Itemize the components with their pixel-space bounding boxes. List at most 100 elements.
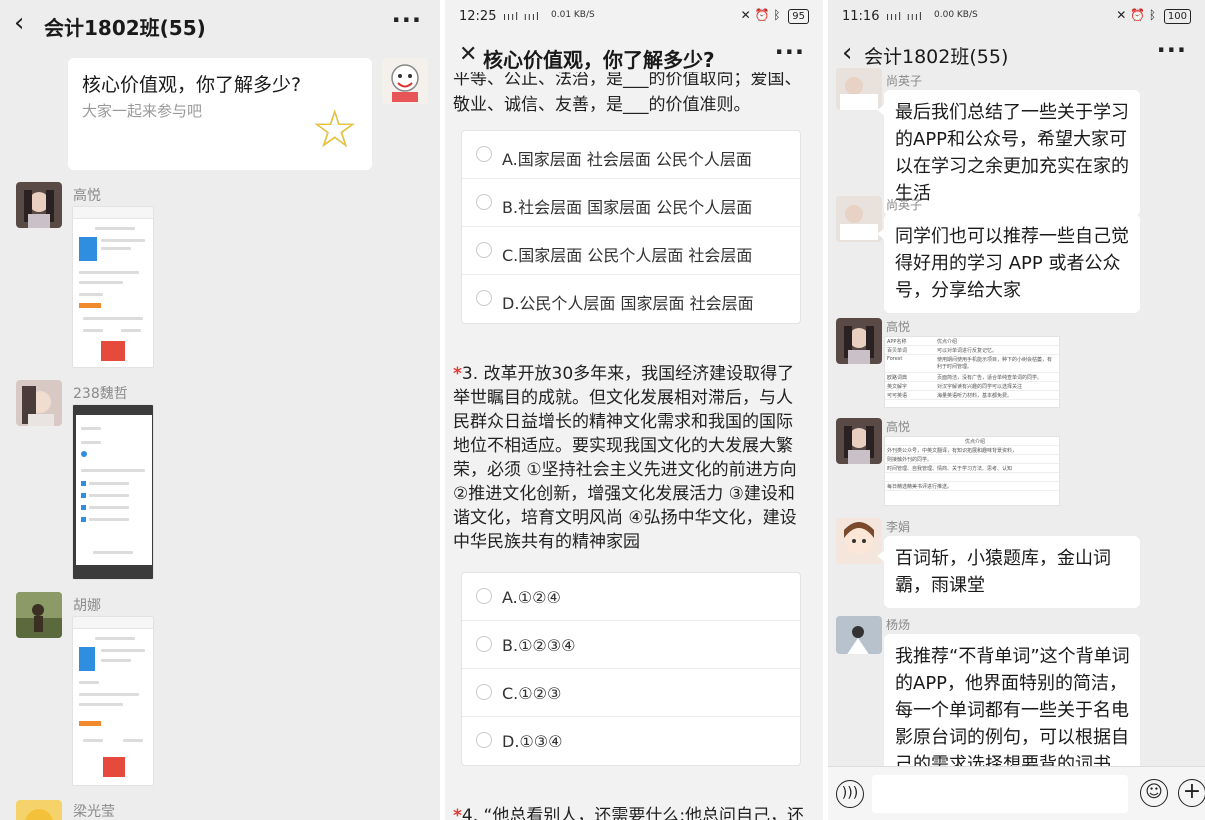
option-label: B.①②③④ [502,636,576,655]
status-icons: ✕ ⏰ ᛒ 100 [1116,8,1191,24]
option-label: D.①③④ [502,732,563,751]
avatar[interactable] [836,418,882,464]
avatar-photo [16,592,62,638]
avatar[interactable] [836,196,882,242]
option-d[interactable]: D.公民个人层面 国家层面 社会层面 [462,275,800,323]
message-bubble[interactable]: 百词斩，小猿题库，金山词霸，雨课堂 [877,536,1140,608]
status-bar: 12:25 ıııl ıııl 0.01 KB/S ✕ ⏰ ᛒ 95 [445,0,823,34]
option-label: A.国家层面 社会层面 公民个人层面 [502,150,752,169]
avatar[interactable] [836,616,882,654]
question-2-text: 平等、公正、法治，是___的价值取向；爱国、敬业、诚信、友善，是___的价值准则… [453,72,803,120]
question-4-content: 4. “他总看别人，还需要什么;他总问自己，还 [461,806,803,820]
message-bubble[interactable]: 我推荐“不背单词”这个背单词的APP，他界面特别的简洁，每一个单词都有一些关于名… [884,634,1140,766]
cartoon-avatar-icon [844,522,874,554]
silent-icon: ✕ [740,8,751,22]
avatar[interactable] [382,58,428,104]
screenshot-collage: ‹ 会计1802班(55) ··· 核心价值观，你了解多少? 大家一起来参与吧 … [0,0,1205,820]
question-3-content: 3. 改革开放30多年来，我国经济建设取得了举世瞩目的成就。但文化发展相对滞后，… [453,364,797,552]
network-speed: 0.00 KB/S [934,10,978,20]
table-cell: 百贝单词 [887,348,908,354]
star-icon: ☆ [311,100,358,160]
screenshot-thumbnail[interactable] [72,206,154,368]
radio-button[interactable] [476,290,492,306]
network-speed: 0.01 KB/S [551,10,595,20]
avatar[interactable] [16,182,62,228]
question-4-text: *4. “他总看别人，还需要什么;他总问自己，还 [453,804,803,820]
radio-button[interactable] [476,636,492,652]
avatar[interactable] [16,800,62,820]
wechat-account-table-image[interactable]: 优点介绍 外刊类公众号，中英文翻译，有知识拓展和趣味背景资料， 则接触外刊的同学… [884,436,1060,506]
avatar-photo [844,326,874,364]
message-input[interactable] [872,775,1128,813]
table-cell: 可以对单词进行反复记忆。 [937,348,998,354]
bluetooth-icon: ᛒ [1148,8,1157,22]
avatar-photo [24,190,54,228]
close-icon[interactable]: ✕ [459,44,477,66]
link-card-subtitle: 大家一起来参与吧 [82,102,203,120]
table-cell: 优点介绍 [965,439,986,445]
chat-input-bar: ))) ☺ + [828,766,1205,820]
chevron-left-icon[interactable]: ‹ [842,40,852,66]
option-label: C.①②③ [502,684,562,703]
sender-name: 李娟 [886,520,911,534]
plus-icon[interactable]: + [1178,779,1205,807]
table-cell: 页面简洁，没有广告，适合单纯查单词的同学。 [937,375,1043,381]
avatar-photo [840,77,878,110]
radio-button[interactable] [476,242,492,258]
signal-icon: ıııl ıııl [503,10,540,23]
option-a[interactable]: A.国家层面 社会层面 公民个人层面 [462,131,800,179]
silent-icon: ✕ [1116,8,1127,22]
table-cell: 对汉字解读有兴趣的同学可以选择关注 [937,384,1023,390]
radio-button[interactable] [476,732,492,748]
screenshot-thumbnail[interactable] [72,404,154,580]
option-d[interactable]: D.①③④ [462,717,800,765]
table-cell: Forest [887,356,903,362]
link-card[interactable]: 核心价值观，你了解多少? 大家一起来参与吧 ☆ [68,58,372,170]
option-c[interactable]: C.国家层面 公民个人层面 社会层面 [462,227,800,275]
avatar[interactable] [836,518,882,564]
alarm-icon: ⏰ [1130,8,1146,22]
app-table-image[interactable]: APP名称 优点介绍 百贝单词 可以对单词进行反复记忆。 Forest 使用期间使用手… [884,336,1060,408]
radio-button[interactable] [476,146,492,162]
option-b[interactable]: B.①②③④ [462,621,800,669]
message-bubble[interactable]: 同学们也可以推荐一些自己觉得好用的学习 APP 或者公众号，分享给大家 [877,214,1140,313]
more-dots-icon[interactable]: ··· [1157,38,1187,62]
table-cell: 可可英语 [887,393,908,399]
chat-title: 会计1802班(55) [44,16,206,40]
voice-icon[interactable]: ))) [836,780,864,808]
option-b[interactable]: B.社会层面 国家层面 公民个人层面 [462,179,800,227]
screenshot-thumbnail[interactable] [72,616,154,786]
option-a[interactable]: A.①②④ [462,573,800,621]
question-2-text-content: 平等、公正、法治，是___的价值取向；爱国、敬业、诚信、友善，是___的价值准则… [453,72,802,115]
chevron-left-icon[interactable]: ‹ [14,10,24,36]
bluetooth-icon: ᛒ [773,8,781,22]
table-cell: 每日精选精美书评进行推送。 [887,484,953,490]
sender-name: 梁光莹 [73,804,115,820]
radio-button[interactable] [476,588,492,604]
sender-name: 高悦 [73,188,101,204]
option-label: D.公民个人层面 国家层面 社会层面 [502,294,754,313]
avatar-photo [836,616,882,654]
radio-button[interactable] [476,684,492,700]
table-cell: 外刊类公众号，中英文翻译，有知识拓展和趣味背景资料， [887,448,1018,454]
signal-icon: ıııl ıııl [886,10,923,23]
avatar[interactable] [836,68,882,110]
avatar[interactable] [16,592,62,638]
alarm-icon: ⏰ [754,8,770,22]
sender-name: 尚英子 [886,198,923,212]
cartoon-avatar-icon [391,64,419,102]
radio-button[interactable] [476,194,492,210]
avatar[interactable] [16,380,62,426]
avatar[interactable] [836,318,882,364]
avatar-photo [25,809,53,820]
option-label: A.①②④ [502,588,561,607]
required-mark: * [453,806,462,820]
more-dots-icon[interactable]: ··· [392,8,422,32]
chat-header: ‹ 会计1802班(55) ··· [828,32,1205,76]
more-dots-icon[interactable]: ··· [775,40,805,64]
status-time: 11:16 [842,9,880,24]
option-c[interactable]: C.①②③ [462,669,800,717]
message-bubble[interactable]: 最后我们总结了一些关于学习的APP和公众号，希望大家可以在学习之余更加充实在家的… [877,90,1140,216]
table-cell: 英文解字 [887,384,908,390]
emoji-icon[interactable]: ☺ [1140,779,1168,807]
